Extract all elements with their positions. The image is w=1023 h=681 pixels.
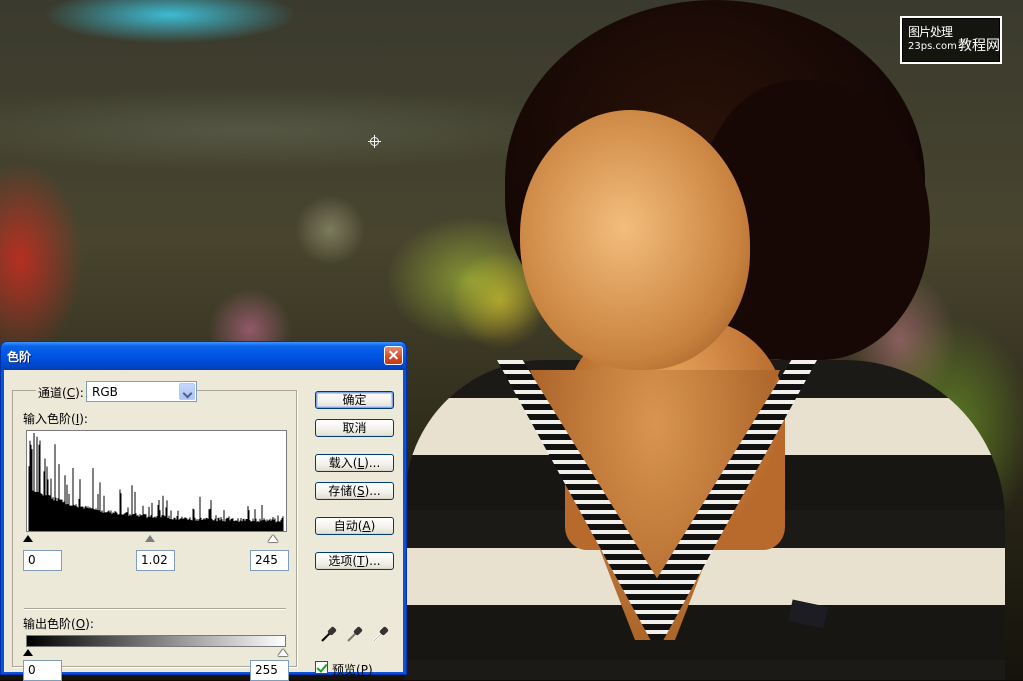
input-black-field[interactable]: 0	[23, 550, 62, 571]
input-black-slider[interactable]	[23, 535, 33, 542]
chevron-down-icon[interactable]	[179, 383, 195, 400]
black-point-eyedropper-icon[interactable]	[319, 626, 337, 644]
channel-select[interactable]: RGB	[86, 381, 197, 402]
input-levels-label: 输入色阶(I):	[23, 412, 88, 426]
auto-button[interactable]: 自动(A)	[315, 517, 394, 535]
save-button[interactable]: 存储(S)...	[315, 482, 394, 500]
dialog-body: 通道(C): RGB 输入色阶(I): 0 1.02 245 输出色阶(O): …	[4, 370, 403, 681]
output-white-field[interactable]: 255	[250, 660, 289, 681]
watermark-line1: 图片处理	[908, 25, 953, 39]
histogram-bars	[28, 433, 284, 531]
channel-label: 通道(C):	[36, 384, 86, 401]
watermark-line3: 教程网	[958, 38, 1000, 54]
output-gradient-bar	[26, 635, 286, 647]
input-white-slider[interactable]	[268, 535, 278, 542]
histogram-graph	[28, 433, 284, 531]
histogram	[26, 430, 287, 532]
channel-select-value: RGB	[92, 385, 118, 399]
output-white-slider[interactable]	[278, 649, 288, 656]
cancel-button[interactable]: 取消	[315, 419, 394, 437]
close-button[interactable]	[384, 346, 403, 365]
load-button[interactable]: 载入(L)...	[315, 454, 394, 472]
separator	[24, 608, 286, 609]
input-white-field[interactable]: 245	[250, 550, 289, 571]
options-button[interactable]: 选项(T)...	[315, 552, 394, 570]
preview-label[interactable]: 预览(P)	[332, 661, 373, 678]
white-point-eyedropper-icon[interactable]	[371, 626, 389, 644]
watermark-line2: 23ps.com	[908, 41, 957, 52]
levels-dialog: 色阶 通道(C): RGB 输入色阶(I): 0 1.02 245 输出色阶(O…	[0, 341, 407, 681]
output-levels-label: 输出色阶(O):	[23, 617, 94, 631]
output-black-slider[interactable]	[23, 649, 33, 656]
crosshair-cursor-icon	[368, 135, 381, 148]
gray-point-eyedropper-icon[interactable]	[345, 626, 363, 644]
output-black-field[interactable]: 0	[23, 660, 62, 681]
watermark-logo: 图片处理 23ps.com 教程网	[900, 16, 1002, 64]
dialog-titlebar[interactable]: 色阶	[1, 342, 406, 370]
input-gamma-field[interactable]: 1.02	[136, 550, 175, 571]
dialog-title: 色阶	[7, 350, 32, 364]
ok-button[interactable]: 确定	[315, 391, 394, 409]
input-gamma-slider[interactable]	[145, 535, 155, 542]
preview-checkbox[interactable]	[315, 661, 328, 674]
